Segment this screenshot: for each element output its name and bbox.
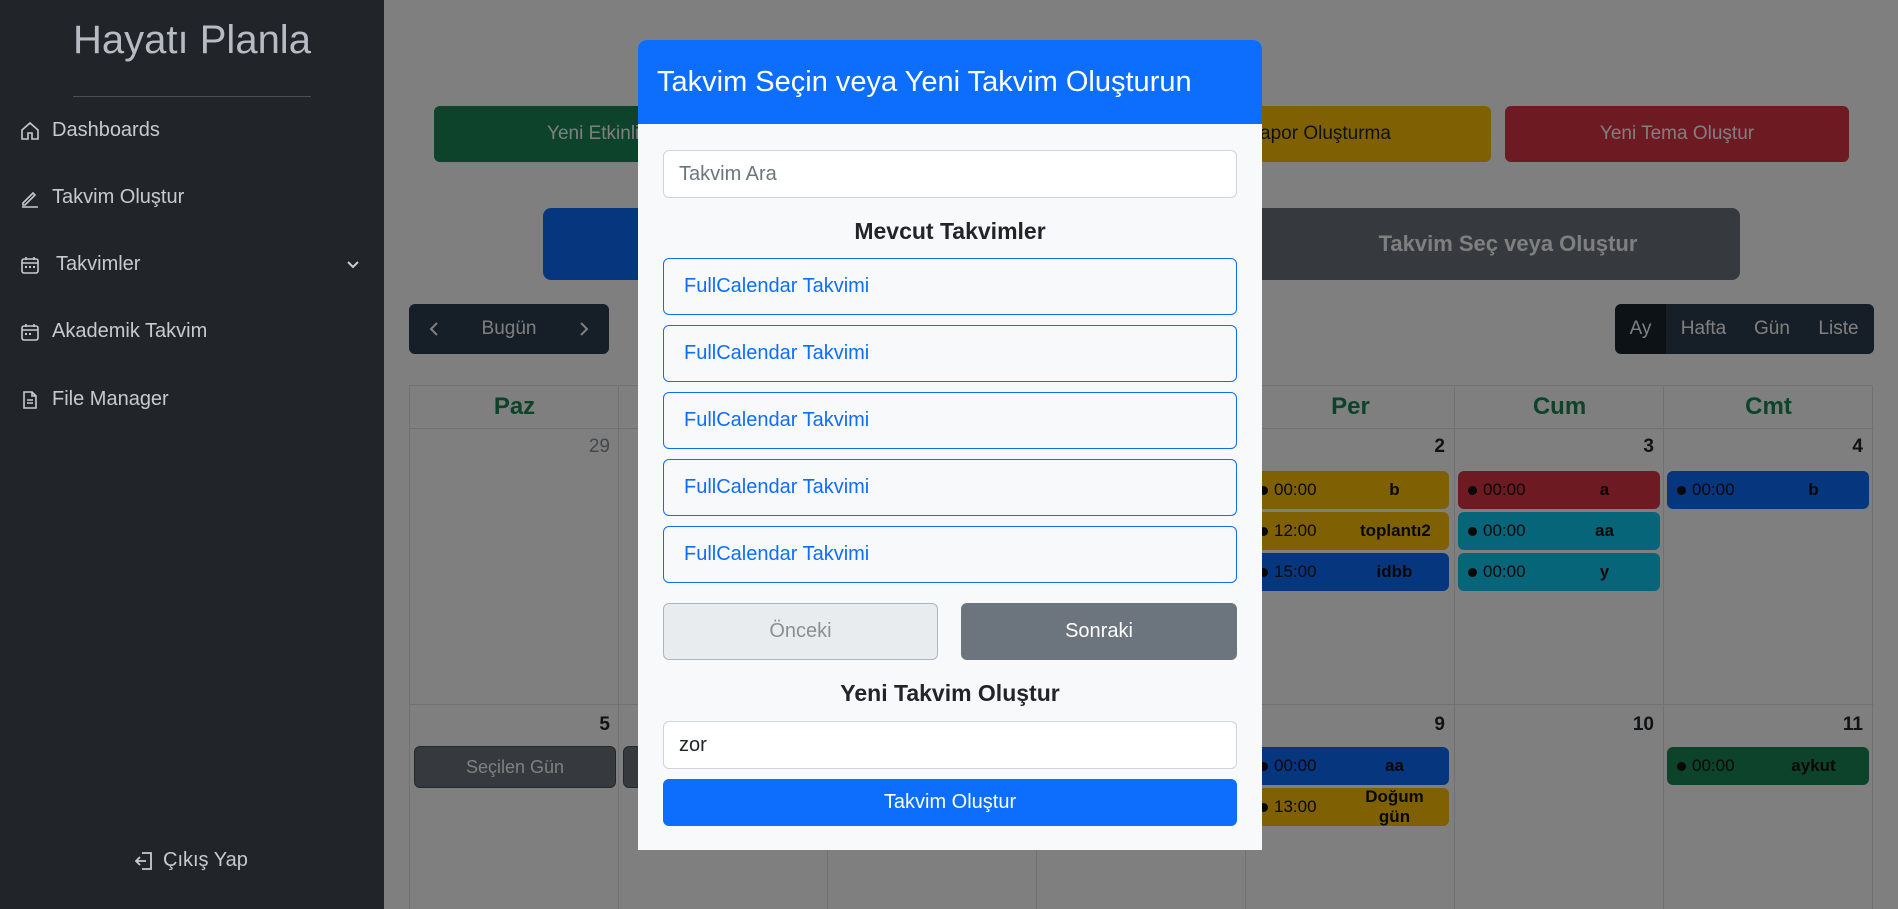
calendar-name: FullCalendar Takvimi [684, 275, 870, 297]
new-calendar-name-input[interactable] [663, 721, 1237, 769]
calendar-select-modal: Takvim Seçin veya Yeni Takvim Oluşturun … [638, 40, 1262, 850]
previous-page-button[interactable]: Önceki [663, 603, 938, 660]
pencil-icon [22, 191, 38, 208]
sidebar-item-label: File Manager [52, 388, 169, 410]
create-calendar-label: Takvim Oluştur [883, 791, 1017, 813]
sidebar-item-file-manager[interactable]: File Manager [20, 388, 169, 411]
home-icon [21, 121, 39, 140]
calendar-icon [21, 256, 39, 274]
calendar-name: FullCalendar Takvimi [684, 476, 870, 498]
sidebar-item-label: Dashboards [52, 119, 160, 141]
modal-header: Takvim Seçin veya Yeni Takvim Oluşturun [638, 40, 1262, 124]
chevron-down-icon[interactable] [344, 256, 362, 274]
calendar-list-item[interactable]: FullCalendar Takvimi [663, 392, 1237, 449]
calendar-name: FullCalendar Takvimi [684, 342, 870, 364]
calendar-list-item[interactable]: FullCalendar Takvimi [663, 526, 1237, 583]
modal-title: Takvim Seçin veya Yeni Takvim Oluşturun [657, 65, 1192, 98]
calendar-list-item[interactable]: FullCalendar Takvimi [663, 459, 1237, 516]
existing-calendars-title: Mevcut Takvimler [854, 218, 1046, 244]
calendar-name: FullCalendar Takvimi [684, 409, 870, 431]
sidebar-item-label: Takvim Oluştur [52, 186, 185, 208]
sidebar-item-takvimler[interactable]: Takvimler [20, 253, 140, 276]
next-label: Sonraki [1065, 620, 1133, 642]
sidebar-item-label: Akademik Takvim [52, 320, 208, 342]
sidebar-item-label: Takvimler [56, 253, 141, 275]
next-page-button[interactable]: Sonraki [961, 603, 1237, 660]
sidebar: Hayatı Planla Dashboards Takvim Oluştur … [0, 0, 384, 909]
logout-icon [134, 851, 152, 870]
create-calendar-button[interactable]: Takvim Oluştur [663, 779, 1237, 826]
calendar-list-item[interactable]: FullCalendar Takvimi [663, 258, 1237, 315]
calendar-search-input[interactable] [663, 150, 1237, 198]
previous-label: Önceki [769, 620, 832, 642]
brand-divider [73, 96, 311, 97]
sidebar-item-takvim-olustur[interactable]: Takvim Oluştur [20, 186, 184, 209]
calendar-icon [21, 323, 39, 341]
sidebar-item-dashboards[interactable]: Dashboards [20, 119, 160, 142]
new-calendar-title: Yeni Takvim Oluştur [840, 680, 1060, 706]
file-icon [23, 390, 37, 409]
sidebar-item-akademik-takvim[interactable]: Akademik Takvim [20, 320, 207, 343]
calendar-list-item[interactable]: FullCalendar Takvimi [663, 325, 1237, 382]
calendar-name: FullCalendar Takvimi [684, 543, 870, 565]
brand-title: Hayatı Planla [73, 18, 311, 62]
logout-label: Çıkış Yap [163, 849, 248, 871]
logout-button[interactable]: Çıkış Yap [133, 849, 248, 872]
